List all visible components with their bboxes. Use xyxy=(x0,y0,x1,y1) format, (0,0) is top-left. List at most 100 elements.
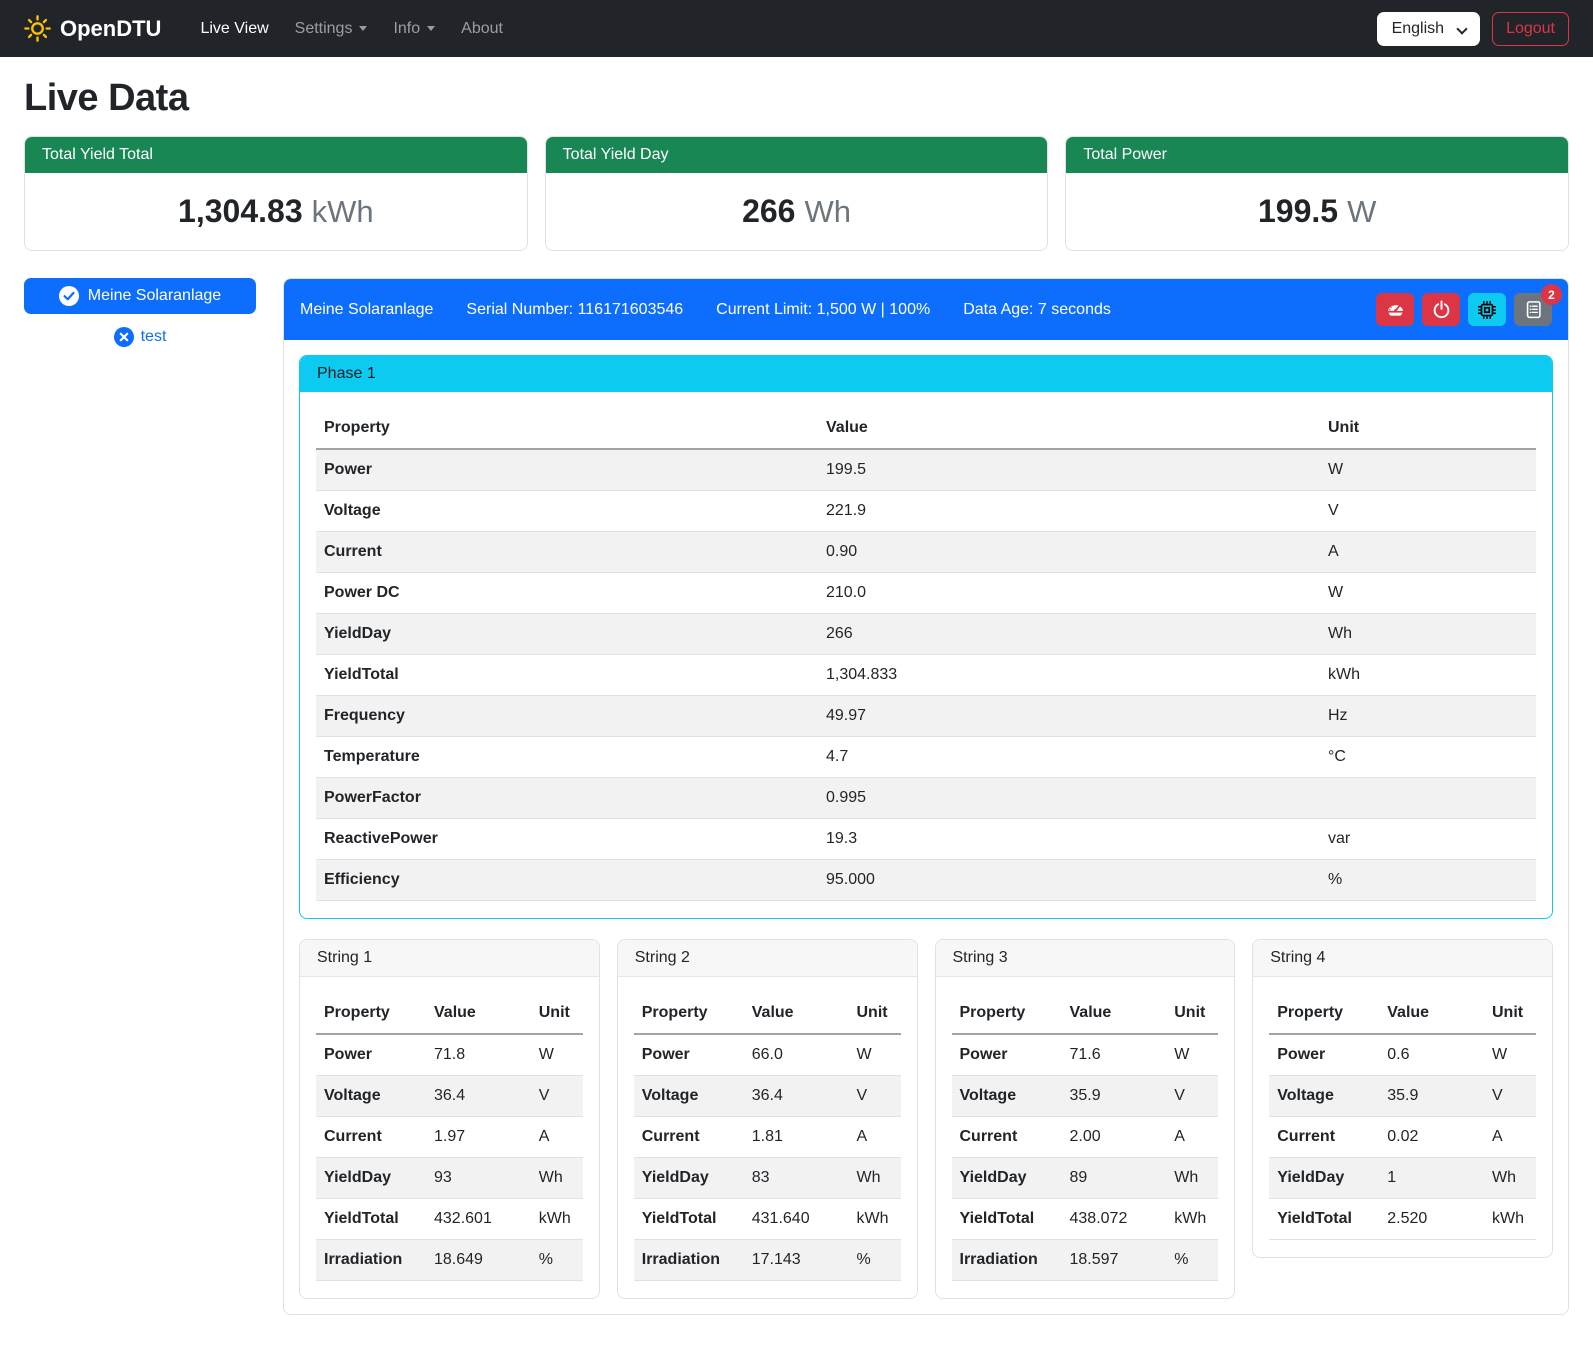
column-property: Property xyxy=(316,408,818,449)
row-unit: kWh xyxy=(1166,1199,1218,1240)
row-unit: kWh xyxy=(1484,1199,1536,1240)
table-row: Current 2.00 A xyxy=(952,1117,1219,1158)
power-button[interactable] xyxy=(1422,293,1460,326)
sun-icon xyxy=(24,15,51,42)
table-row: Power 66.0 W xyxy=(634,1034,901,1076)
column-unit: Unit xyxy=(531,993,583,1034)
card-value: 1,304.83 xyxy=(178,193,303,229)
table-header-row: Property Value Unit xyxy=(316,408,1536,449)
row-unit: V xyxy=(1484,1076,1536,1117)
brand-link[interactable]: OpenDTU xyxy=(24,15,161,42)
cpu-info-button[interactable] xyxy=(1468,293,1506,326)
table-row: PowerFactor 0.995 xyxy=(316,778,1536,819)
column-property: Property xyxy=(316,993,426,1034)
row-value: 18.597 xyxy=(1062,1240,1167,1281)
row-value: 1.97 xyxy=(426,1117,531,1158)
row-unit: Wh xyxy=(849,1158,901,1199)
string-table: Property Value Unit Power xyxy=(952,993,1219,1281)
row-value: 36.4 xyxy=(744,1076,849,1117)
row-unit: W xyxy=(531,1034,583,1076)
row-unit: V xyxy=(1166,1076,1218,1117)
row-unit: W xyxy=(1320,573,1536,614)
column-unit: Unit xyxy=(1320,408,1536,449)
total-power-card: Total Power 199.5W xyxy=(1065,136,1569,251)
power-icon xyxy=(1432,300,1451,319)
x-circle-icon xyxy=(114,327,134,347)
row-value: 221.9 xyxy=(818,491,1320,532)
event-log-button[interactable]: 2 xyxy=(1514,293,1552,326)
language-select[interactable]: English xyxy=(1377,12,1480,46)
column-unit: Unit xyxy=(849,993,901,1034)
chevron-down-icon xyxy=(427,26,435,31)
row-property: Power xyxy=(634,1034,744,1076)
row-unit: Hz xyxy=(1320,696,1536,737)
table-row: Irradiation 17.143 % xyxy=(634,1240,901,1281)
string-title: String 1 xyxy=(300,940,599,977)
inverter-select-button[interactable]: Meine Solaranlage xyxy=(24,278,256,314)
column-value: Value xyxy=(1062,993,1167,1034)
table-row: YieldDay 266 Wh xyxy=(316,614,1536,655)
row-property: Irradiation xyxy=(316,1240,426,1281)
row-value: 66.0 xyxy=(744,1034,849,1076)
row-property: Voltage xyxy=(634,1076,744,1117)
string-table: Property Value Unit Power xyxy=(634,993,901,1281)
row-value: 49.97 xyxy=(818,696,1320,737)
inverter-card: Meine Solaranlage Serial Number: 1161716… xyxy=(283,278,1569,1315)
column-value: Value xyxy=(1379,993,1484,1034)
row-property: Power xyxy=(316,449,818,491)
row-unit: A xyxy=(1320,532,1536,573)
nav-item-settings[interactable]: Settings xyxy=(282,12,381,46)
row-property: Current xyxy=(634,1117,744,1158)
phase-title: Phase 1 xyxy=(300,356,1552,392)
table-row: Voltage 35.9 V xyxy=(952,1076,1219,1117)
table-header-row: Property Value Unit xyxy=(952,993,1219,1034)
row-unit: % xyxy=(1320,860,1536,901)
column-value: Value xyxy=(744,993,849,1034)
row-value: 1 xyxy=(1379,1158,1484,1199)
limit-settings-button[interactable] xyxy=(1376,293,1414,326)
row-property: YieldDay xyxy=(952,1158,1062,1199)
row-unit: % xyxy=(849,1240,901,1281)
table-row: YieldTotal 2.520 kWh xyxy=(1269,1199,1536,1240)
row-property: YieldDay xyxy=(316,614,818,655)
test-inverter-link[interactable]: test xyxy=(24,327,256,347)
row-property: Voltage xyxy=(1269,1076,1379,1117)
row-unit: V xyxy=(531,1076,583,1117)
nav-item-label: Info xyxy=(393,20,420,38)
table-row: Frequency 49.97 Hz xyxy=(316,696,1536,737)
row-value: 266 xyxy=(818,614,1320,655)
logout-button[interactable]: Logout xyxy=(1492,12,1569,46)
row-value: 4.7 xyxy=(818,737,1320,778)
inverter-header: Meine Solaranlage Serial Number: 1161716… xyxy=(284,279,1568,340)
table-row: YieldTotal 432.601 kWh xyxy=(316,1199,583,1240)
row-unit: A xyxy=(849,1117,901,1158)
row-property: Irradiation xyxy=(952,1240,1062,1281)
navbar: OpenDTU Live View Settings Info About En… xyxy=(0,0,1593,57)
row-value: 83 xyxy=(744,1158,849,1199)
nav-item-info[interactable]: Info xyxy=(380,12,448,46)
string-2-card: String 2 Property Value Unit xyxy=(617,939,918,1299)
string-4-card: String 4 Property Value Unit xyxy=(1252,939,1553,1258)
row-unit: A xyxy=(1484,1117,1536,1158)
string-title: String 4 xyxy=(1253,940,1552,977)
nav-item-live-view[interactable]: Live View xyxy=(187,12,281,46)
table-row: Current 0.02 A xyxy=(1269,1117,1536,1158)
table-row: Current 1.81 A xyxy=(634,1117,901,1158)
page-title: Live Data xyxy=(24,77,1569,120)
row-unit: Wh xyxy=(1320,614,1536,655)
row-property: YieldDay xyxy=(634,1158,744,1199)
inverter-sidebar: Meine Solaranlage test xyxy=(24,278,256,347)
row-unit: W xyxy=(849,1034,901,1076)
column-value: Value xyxy=(426,993,531,1034)
nav-item-about[interactable]: About xyxy=(448,12,516,46)
row-property: YieldTotal xyxy=(316,1199,426,1240)
row-unit: A xyxy=(531,1117,583,1158)
row-value: 0.02 xyxy=(1379,1117,1484,1158)
row-property: Irradiation xyxy=(634,1240,744,1281)
row-unit: W xyxy=(1166,1034,1218,1076)
row-value: 0.90 xyxy=(818,532,1320,573)
row-value: 199.5 xyxy=(818,449,1320,491)
row-property: YieldDay xyxy=(316,1158,426,1199)
row-unit: V xyxy=(1320,491,1536,532)
row-property: Power xyxy=(316,1034,426,1076)
